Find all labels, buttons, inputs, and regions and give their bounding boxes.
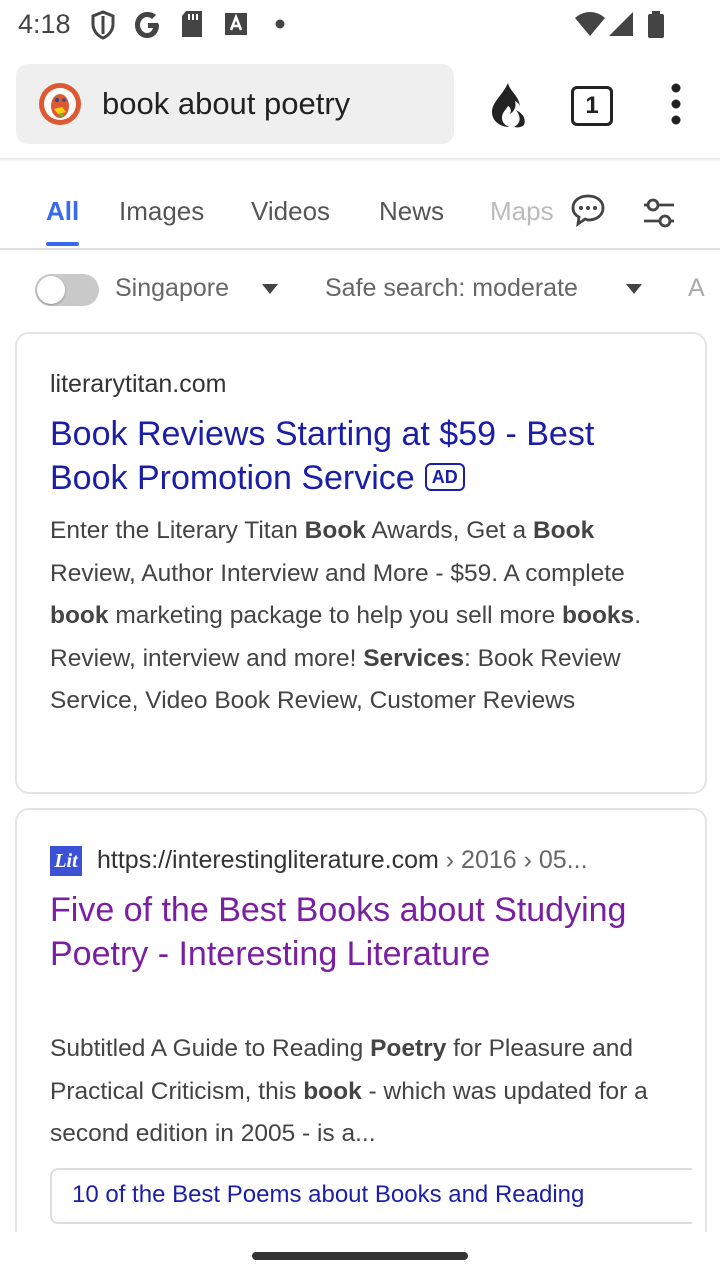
signal-icon [609,12,633,36]
result-card[interactable]: Lit https://interestingliterature.com › … [15,808,707,1250]
chat-icon[interactable] [570,192,606,228]
fire-icon[interactable] [486,80,534,130]
status-bar: 4:18 [0,0,720,52]
filter-bar: Singapore Safe search: moderate A [0,262,720,318]
result-url[interactable]: https://interestingliterature.com › 2016… [97,846,588,875]
safe-search-caret-icon[interactable] [626,284,642,294]
gesture-handle[interactable] [252,1252,468,1260]
result-card-ad[interactable]: literarytitan.com Book Reviews Starting … [15,332,707,794]
result-domain[interactable]: literarytitan.com [50,370,226,399]
time-filter[interactable]: A [688,274,705,303]
tab-news[interactable]: News [379,196,444,227]
address-bar[interactable]: book about poetry [16,64,454,144]
result-url-host: https://interestingliterature.com [97,846,439,874]
site-favicon: Lit [50,846,82,876]
result-title[interactable]: Book Reviews Starting at $59 - Best Book… [50,412,680,500]
battery-icon [648,11,664,38]
duckduckgo-logo [39,83,81,125]
dot-icon [275,19,285,29]
tab-all[interactable]: All [46,196,79,227]
header-divider [0,158,720,162]
wifi-icon [575,12,605,36]
tab-videos[interactable]: Videos [251,196,330,227]
region-caret-icon[interactable] [262,284,278,294]
translate-icon [225,13,247,35]
sitelink[interactable]: 10 of the Best Poems about Books and Rea… [50,1168,692,1224]
tab-maps-label: Maps [490,196,554,226]
ad-badge: AD [424,463,465,492]
tabs-button[interactable]: 1 [571,86,613,126]
tab-images[interactable]: Images [119,196,204,227]
more-vert-icon[interactable] [660,82,692,126]
region-filter[interactable]: Singapore [115,274,229,303]
shield-icon [91,10,115,40]
result-url-crumbs: › 2016 › 05... [438,846,588,874]
status-time: 4:18 [18,9,71,39]
region-toggle[interactable] [35,274,99,306]
result-title-text[interactable]: Book Reviews Starting at $59 - Best Book… [50,415,594,497]
toggle-knob [37,276,65,304]
google-icon [135,12,159,38]
active-tab-indicator [46,242,79,246]
safe-search-filter[interactable]: Safe search: moderate [325,274,578,303]
tab-maps[interactable]: Maps [490,196,560,236]
navigation-gesture-area [0,1232,720,1280]
search-query[interactable]: book about poetry [102,86,350,122]
search-settings-icon[interactable] [640,194,678,232]
result-snippet: Subtitled A Guide to Reading Poetry for … [50,1035,648,1147]
result-title[interactable]: Five of the Best Books about Studying Po… [50,888,680,976]
search-nav-tabs: All Images Videos News Maps [0,170,720,250]
sitelink-label[interactable]: 10 of the Best Poems about Books and Rea… [72,1181,584,1209]
result-snippet: Enter the Literary Titan Book Awards, Ge… [50,517,641,714]
sd-card-icon [182,11,202,37]
